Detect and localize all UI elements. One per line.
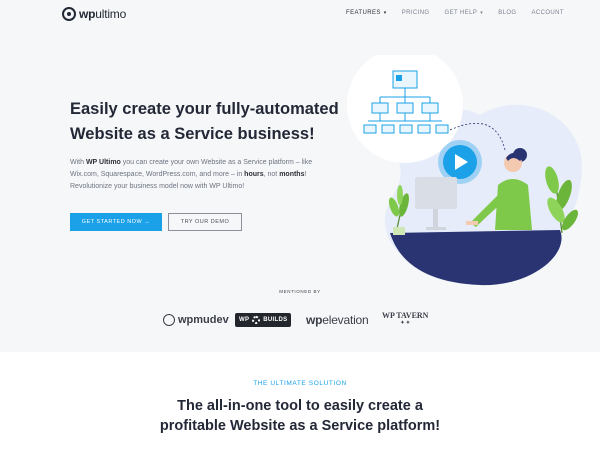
nav-get-help[interactable]: GET HELP ▾ xyxy=(445,10,484,16)
hero-illustration xyxy=(347,55,583,286)
hero-headline: Easily create your fully-automated Websi… xyxy=(70,97,370,147)
nav-blog[interactable]: BLOG xyxy=(498,10,516,16)
headline-line-1: Easily create your fully-automated xyxy=(70,100,339,118)
intro-product-name: WP Ultimo xyxy=(85,159,121,166)
wpmudev-text: wpmudev xyxy=(178,314,229,326)
section-heading: The all-in-one tool to easily create a p… xyxy=(0,396,600,436)
heading-emphasis: Website as a Service xyxy=(230,418,374,434)
intro-text: , not xyxy=(263,171,280,179)
cog-icon xyxy=(252,316,261,324)
logo-mark-icon xyxy=(62,7,76,21)
logo-bold: wp xyxy=(79,7,96,21)
wpelevation-bold: wp xyxy=(306,313,323,327)
wpmudev-mark-icon xyxy=(163,314,175,326)
logo-text: wpultimo xyxy=(79,7,126,21)
nav-pricing[interactable]: PRICING xyxy=(402,10,430,16)
heading-emphasis: all-in-one xyxy=(206,398,272,414)
nav-blog-label: BLOG xyxy=(498,10,517,16)
wpbuilds-right: BUILDS xyxy=(263,317,288,323)
wpbuilds-left: WP xyxy=(239,317,250,323)
monitor xyxy=(415,177,457,209)
mentioned-by-label: MENTIONED BY xyxy=(279,289,321,294)
intro-emphasis: months xyxy=(279,171,305,179)
try-demo-button[interactable]: TRY OUR DEMO xyxy=(168,213,242,231)
wp-ultimo-logo[interactable]: wpultimo xyxy=(62,7,126,21)
chevron-down-icon: ▾ xyxy=(383,10,387,16)
wpelevation-logo[interactable]: wp elevation xyxy=(306,308,369,332)
wpelevation-rest: elevation xyxy=(322,313,369,327)
wptavern-logo[interactable]: WP TAVERN ✦ ✦ xyxy=(382,308,428,332)
nav-pricing-label: PRICING xyxy=(401,10,430,16)
nav-get-help-label: GET HELP xyxy=(444,10,478,16)
main-nav: FEATURES ▾ PRICING GET HELP ▾ BLOG ACCOU… xyxy=(346,10,579,16)
wpbuilds-logo[interactable]: WP BUILDS xyxy=(235,308,292,332)
press-logos: wpmudev WP BUILDS wp elevation WP TAVERN … xyxy=(160,308,440,332)
get-started-button[interactable]: GET STARTED NOW → xyxy=(70,213,162,231)
section-eyebrow: THE ULTIMATE SOLUTION xyxy=(253,380,347,387)
wptavern-ornament: ✦ ✦ xyxy=(400,321,411,326)
heading-text: tool to easily create a xyxy=(271,398,423,414)
heading-text: The xyxy=(177,398,207,414)
nav-features[interactable]: FEATURES ▾ xyxy=(346,10,387,16)
chevron-down-icon: ▾ xyxy=(480,10,484,16)
heading-text: platform! xyxy=(373,418,441,434)
desk-shape xyxy=(390,230,562,286)
wpmudev-logo[interactable]: wpmudev xyxy=(163,308,229,332)
intro-text: With xyxy=(70,159,86,166)
hero-intro: With WP Ultimo you can create your own W… xyxy=(70,157,340,194)
wptavern-text: WP TAVERN xyxy=(382,311,429,320)
nav-account-label: ACCOUNT xyxy=(531,10,564,16)
logo-rest: ultimo xyxy=(95,7,127,21)
nav-account[interactable]: ACCOUNT xyxy=(531,10,563,16)
site-header: wpultimo FEATURES ▾ PRICING GET HELP ▾ B… xyxy=(0,0,600,28)
nav-features-label: FEATURES xyxy=(346,10,381,16)
heading-text: profitable xyxy=(159,418,230,434)
wpbuilds-box: WP BUILDS xyxy=(235,313,292,327)
headline-line-2: Website as a Service business! xyxy=(70,125,315,143)
intro-emphasis: hours xyxy=(244,171,264,179)
